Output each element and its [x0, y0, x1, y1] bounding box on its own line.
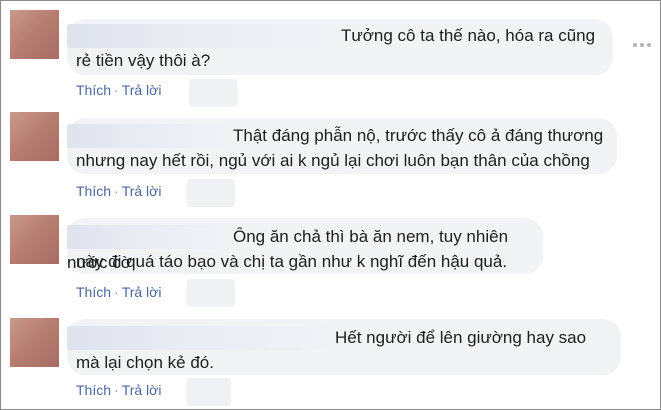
comment-actions: Thích · Trả lời — [76, 382, 161, 398]
comment-bubble: Hết người để lên giường hay sao mà lại c… — [67, 319, 621, 375]
comment-bubble: Ông ăn chả thì bà ăn nem, tuy nhiên nước… — [67, 218, 543, 274]
comment-timestamp[interactable] — [187, 279, 235, 307]
separator: · — [114, 82, 119, 98]
commenter-name[interactable] — [67, 24, 335, 48]
commenter-name[interactable] — [67, 124, 227, 148]
separator: · — [114, 382, 119, 398]
comment-text-line-2: mà lại chọn kẻ đó. — [76, 353, 214, 372]
comment-actions: Thích · Trả lời — [76, 183, 161, 199]
comment-text-line-1: Thật đáng phẫn nộ, trước thấy cô ả đáng … — [233, 126, 604, 145]
comment-bubble: Tưởng cô ta thế nào, hóa ra cũng rẻ tiền… — [67, 19, 613, 75]
comment-actions: Thích · Trả lời — [76, 82, 161, 98]
like-link[interactable]: Thích — [76, 82, 111, 98]
reply-link[interactable]: Trả lời — [122, 284, 162, 300]
like-link[interactable]: Thích — [76, 382, 111, 398]
comment-text-line-1: Hết người để lên giường hay sao — [335, 328, 587, 347]
avatar[interactable] — [10, 10, 59, 59]
comment-text-line-2: nhưng nay hết rồi, ngủ với ai k ngủ lại … — [76, 151, 590, 170]
more-options-icon[interactable] — [633, 43, 651, 49]
comment-text-line-2: rẻ tiền vậy thôi à? — [76, 51, 211, 70]
reply-link[interactable]: Trả lời — [122, 183, 162, 199]
avatar[interactable] — [10, 215, 59, 264]
comment-timestamp[interactable] — [187, 378, 231, 406]
comment-timestamp[interactable] — [189, 79, 237, 107]
comment-bubble: Thật đáng phẫn nộ, trước thấy cô ả đáng … — [67, 118, 617, 174]
like-link[interactable]: Thích — [76, 284, 111, 300]
avatar[interactable] — [10, 318, 59, 367]
comment-timestamp[interactable] — [187, 179, 235, 207]
reply-link[interactable]: Trả lời — [122, 82, 162, 98]
comments-panel: Tưởng cô ta thế nào, hóa ra cũng rẻ tiền… — [0, 0, 661, 410]
comment-actions: Thích · Trả lời — [76, 284, 161, 300]
comment-text-line-2: này đi quá táo bạo và chị ta gần như k n… — [76, 252, 508, 271]
separator: · — [114, 284, 119, 300]
like-link[interactable]: Thích — [76, 183, 111, 199]
avatar[interactable] — [10, 112, 59, 161]
commenter-name[interactable] — [67, 225, 227, 249]
comment-text-line-1: Tưởng cô ta thế nào, hóa ra cũng — [341, 26, 596, 45]
reply-link[interactable]: Trả lời — [122, 382, 162, 398]
commenter-name[interactable] — [67, 326, 329, 350]
separator: · — [114, 183, 119, 199]
